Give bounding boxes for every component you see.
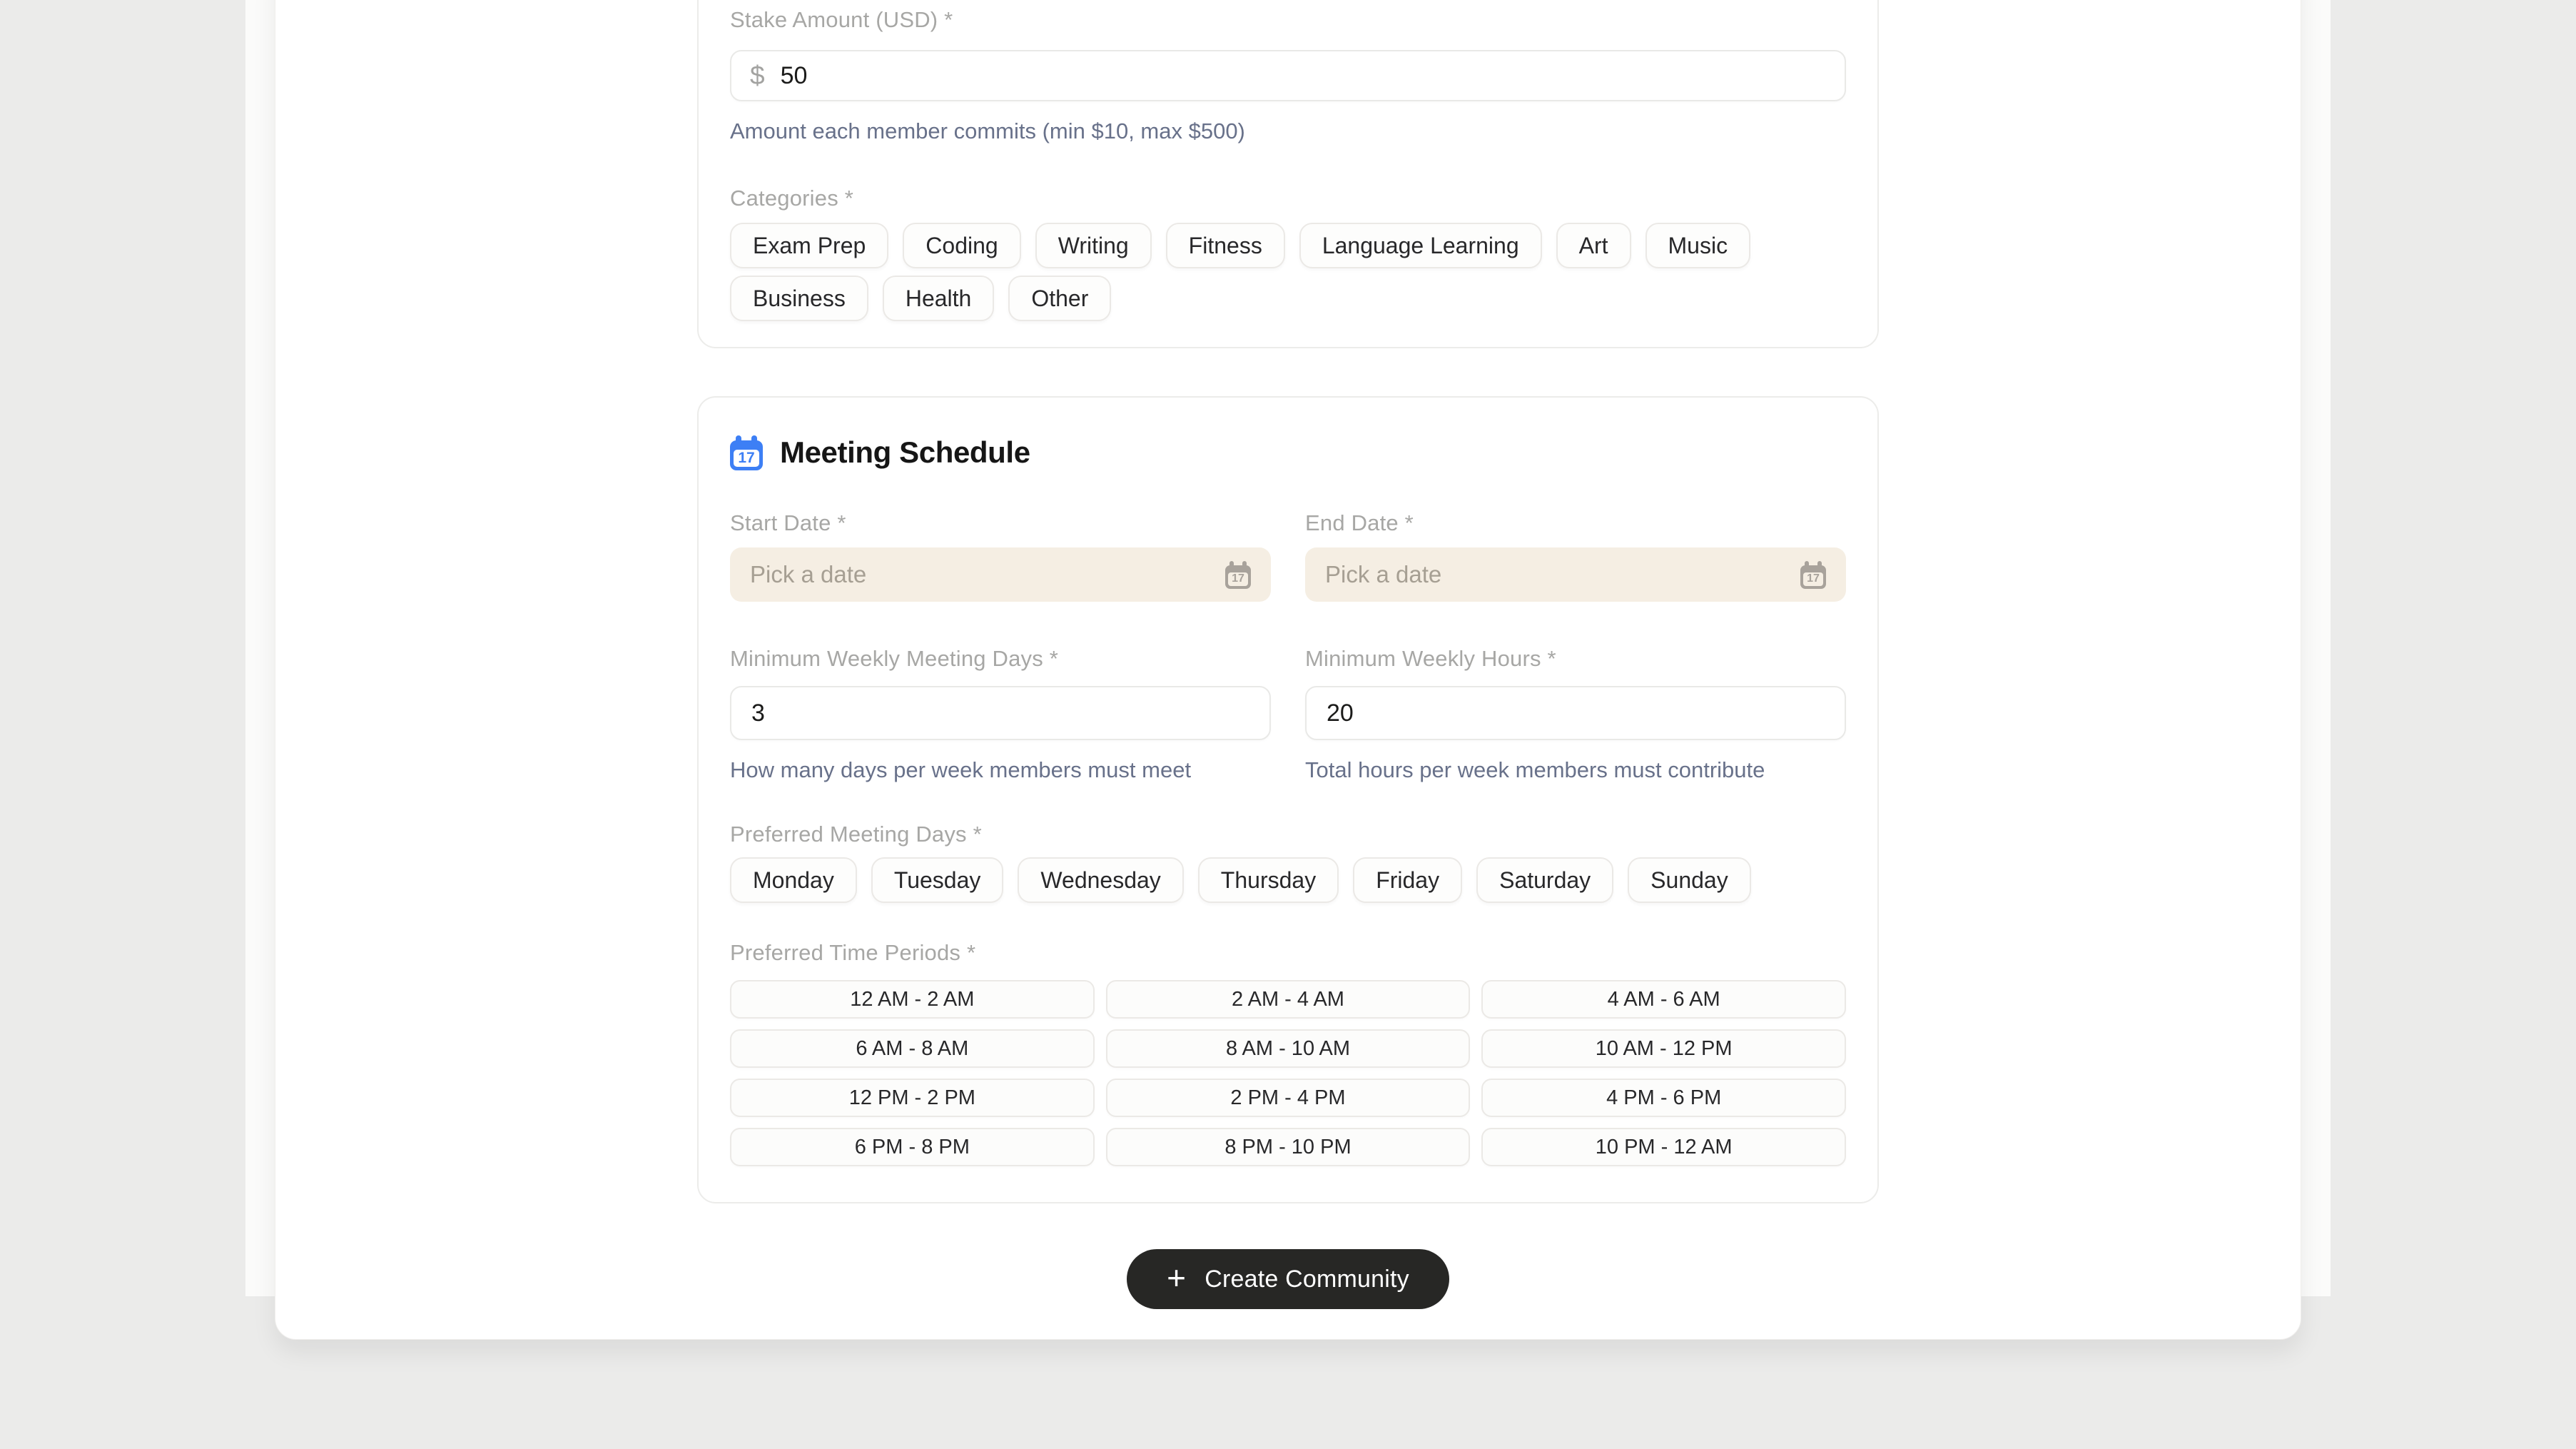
stake-amount-value: 50 (781, 62, 808, 90)
create-community-button[interactable]: + Create Community (1127, 1249, 1449, 1309)
time-period-button[interactable]: 10 PM - 12 AM (1481, 1128, 1846, 1166)
calendar-icon-day: 17 (734, 450, 759, 467)
categories-label: Categories * (730, 186, 1846, 211)
day-chip[interactable]: Tuesday (871, 857, 1004, 903)
section-stake-categories: Stake Amount (USD) * $ 50 Amount each me… (697, 0, 1879, 348)
time-periods-label: Preferred Time Periods * (730, 940, 1846, 966)
end-date-placeholder: Pick a date (1325, 561, 1441, 588)
day-chip[interactable]: Thursday (1198, 857, 1339, 903)
day-chip[interactable]: Friday (1353, 857, 1462, 903)
min-hours-group: Minimum Weekly Hours * 20 Total hours pe… (1305, 646, 1846, 783)
category-chip[interactable]: Exam Prep (730, 223, 888, 268)
time-period-button[interactable]: 8 AM - 10 AM (1106, 1029, 1471, 1068)
category-chip[interactable]: Music (1646, 223, 1751, 268)
section-meeting-schedule: 17 Meeting Schedule Start Date * Pick a … (697, 396, 1879, 1203)
min-hours-label: Minimum Weekly Hours * (1305, 646, 1846, 672)
min-days-group: Minimum Weekly Meeting Days * 3 How many… (730, 646, 1271, 783)
plus-icon: + (1167, 1261, 1186, 1294)
category-chip[interactable]: Other (1008, 276, 1111, 321)
time-periods-grid: 12 AM - 2 AM 2 AM - 4 AM 4 AM - 6 AM 6 AM -… (730, 980, 1846, 1166)
categories-chip-group: Exam Prep Coding Writing Fitness Language Le… (730, 223, 1846, 321)
create-community-page: Stake Amount (USD) * $ 50 Amount each me… (0, 0, 2576, 1449)
time-period-button[interactable]: 4 AM - 6 AM (1481, 980, 1846, 1019)
submit-row: + Create Community (275, 1249, 2301, 1309)
calendar-icon: 17 (1800, 565, 1826, 589)
min-days-input[interactable]: 3 (730, 686, 1271, 740)
time-period-button[interactable]: 6 AM - 8 AM (730, 1029, 1095, 1068)
day-chip[interactable]: Sunday (1628, 857, 1751, 903)
stake-amount-input[interactable]: $ 50 (730, 50, 1846, 101)
time-period-button[interactable]: 4 PM - 6 PM (1481, 1079, 1846, 1117)
calendar-icon: 17 (1225, 565, 1251, 589)
category-chip[interactable]: Language Learning (1299, 223, 1542, 268)
min-days-value: 3 (751, 700, 765, 727)
time-period-button[interactable]: 2 AM - 4 AM (1106, 980, 1471, 1019)
start-date-label: Start Date * (730, 510, 1271, 536)
time-period-button[interactable]: 12 AM - 2 AM (730, 980, 1095, 1019)
dollar-icon: $ (750, 61, 765, 91)
end-date-label: End Date * (1305, 510, 1846, 536)
meeting-schedule-title: Meeting Schedule (780, 435, 1030, 470)
min-days-helper: How many days per week members must meet (730, 757, 1271, 783)
page-column: Stake Amount (USD) * $ 50 Amount each me… (245, 0, 2331, 1296)
time-period-button[interactable]: 10 AM - 12 PM (1481, 1029, 1846, 1068)
time-period-button[interactable]: 2 PM - 4 PM (1106, 1079, 1471, 1117)
minimums-row: Minimum Weekly Meeting Days * 3 How many… (730, 646, 1846, 783)
time-period-button[interactable]: 12 PM - 2 PM (730, 1079, 1095, 1117)
start-date-picker[interactable]: Pick a date 17 (730, 547, 1271, 602)
end-date-group: End Date * Pick a date 17 (1305, 510, 1846, 602)
min-hours-value: 20 (1327, 700, 1354, 727)
preferred-days-chip-group: Monday Tuesday Wednesday Thursday Friday Satu… (730, 857, 1846, 903)
min-hours-helper: Total hours per week members must contri… (1305, 757, 1846, 783)
start-date-group: Start Date * Pick a date 17 (730, 510, 1271, 602)
category-chip[interactable]: Business (730, 276, 868, 321)
min-days-label: Minimum Weekly Meeting Days * (730, 646, 1271, 672)
calendar-icon: 17 (730, 440, 763, 470)
stake-amount-helper: Amount each member commits (min $10, max… (730, 118, 1846, 144)
day-chip[interactable]: Saturday (1476, 857, 1613, 903)
time-period-button[interactable]: 8 PM - 10 PM (1106, 1128, 1471, 1166)
day-chip[interactable]: Wednesday (1018, 857, 1183, 903)
meeting-schedule-header: 17 Meeting Schedule (730, 435, 1846, 470)
date-fields-row: Start Date * Pick a date 17 End Date * P… (730, 510, 1846, 602)
end-date-picker[interactable]: Pick a date 17 (1305, 547, 1846, 602)
day-chip[interactable]: Monday (730, 857, 857, 903)
time-period-button[interactable]: 6 PM - 8 PM (730, 1128, 1095, 1166)
stake-amount-label: Stake Amount (USD) * (730, 7, 1846, 33)
category-chip[interactable]: Health (883, 276, 995, 321)
preferred-days-label: Preferred Meeting Days * (730, 822, 1846, 847)
start-date-placeholder: Pick a date (750, 561, 866, 588)
category-chip[interactable]: Fitness (1166, 223, 1285, 268)
category-chip[interactable]: Art (1556, 223, 1631, 268)
form-container: Stake Amount (USD) * $ 50 Amount each me… (275, 0, 2301, 1340)
category-chip[interactable]: Writing (1035, 223, 1152, 268)
min-hours-input[interactable]: 20 (1305, 686, 1846, 740)
category-chip[interactable]: Coding (903, 223, 1020, 268)
create-community-label: Create Community (1205, 1266, 1409, 1293)
